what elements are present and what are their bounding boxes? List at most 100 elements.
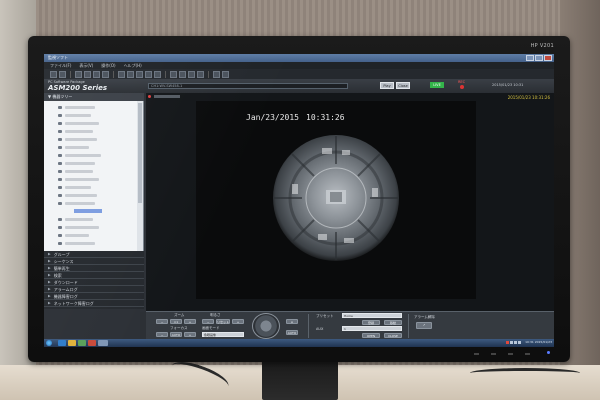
- tray-icon[interactable]: [514, 341, 518, 344]
- preset-select[interactable]: Home: [342, 313, 402, 318]
- monitor-button[interactable]: [508, 353, 513, 355]
- layout-16-icon[interactable]: [102, 70, 109, 78]
- tree-item[interactable]: [58, 185, 91, 189]
- tree-item[interactable]: [58, 153, 101, 157]
- iris-open-button[interactable]: +: [232, 319, 244, 324]
- tree-item[interactable]: [58, 193, 97, 197]
- tree-item[interactable]: [58, 121, 99, 125]
- play-button[interactable]: Play: [380, 82, 394, 89]
- power-led[interactable]: [547, 351, 550, 354]
- toolbar-separator: [165, 70, 166, 78]
- start-button[interactable]: [46, 340, 52, 346]
- menu-help[interactable]: ヘルプ(H): [124, 63, 142, 69]
- toolbar-icon[interactable]: [127, 70, 134, 78]
- aux-select[interactable]: 1: [342, 326, 402, 331]
- toolbar-icon[interactable]: [188, 70, 195, 78]
- alarm-release-button[interactable]: ↗: [416, 322, 432, 329]
- ie-icon[interactable]: [58, 340, 66, 346]
- iris-close-button[interactable]: −: [202, 319, 214, 324]
- monitor-buttons: [474, 353, 530, 355]
- tree-item[interactable]: [58, 225, 99, 229]
- tree-item[interactable]: [58, 217, 93, 221]
- toolbar-icon[interactable]: [136, 70, 143, 78]
- ptz-auto-button[interactable]: AUTO: [286, 330, 298, 335]
- toolbar-icon[interactable]: [118, 70, 125, 78]
- tree-item[interactable]: [58, 177, 99, 181]
- video-display-area[interactable]: 2015/01/23 10:31:26 Jan/23/2015 10:31:26: [146, 93, 554, 311]
- window-controls: [526, 55, 552, 61]
- cable: [470, 368, 580, 378]
- screen-mode-label: 画面モード: [202, 326, 220, 330]
- layout-1-icon[interactable]: [75, 70, 82, 78]
- tray-icon[interactable]: [510, 341, 514, 344]
- tray-icon[interactable]: [518, 341, 522, 344]
- monitoring-app-icon[interactable]: [98, 340, 108, 346]
- toolbar-icon[interactable]: [170, 70, 177, 78]
- tree-scrollbar-thumb[interactable]: [138, 103, 142, 203]
- ptz-joystick[interactable]: [252, 313, 280, 339]
- maximize-button[interactable]: [535, 55, 543, 61]
- camera-icon: [58, 113, 62, 117]
- tree-item[interactable]: [58, 137, 97, 141]
- preset-register-button[interactable]: 登録: [362, 320, 380, 325]
- toolbar-icon[interactable]: [197, 70, 204, 78]
- media-icon[interactable]: [78, 340, 86, 346]
- monitor-button[interactable]: [474, 353, 479, 355]
- tree-item-selected[interactable]: [74, 209, 102, 213]
- camera-title-field[interactable]: CH1:WV-SW458-1: [148, 83, 348, 89]
- layout-4-icon[interactable]: [84, 70, 91, 78]
- device-tree-header[interactable]: ▼ 機器ツリー: [44, 93, 144, 101]
- tree-item[interactable]: [58, 233, 89, 237]
- menu-view[interactable]: 表示(V): [79, 63, 93, 69]
- control-panel-tab[interactable]: [140, 312, 146, 340]
- app-icon[interactable]: [88, 340, 96, 346]
- aux-open-button[interactable]: OPEN: [362, 333, 380, 338]
- tray-icon[interactable]: [506, 341, 510, 344]
- zoom-1x-button[interactable]: ×1: [170, 319, 182, 324]
- screen-mode-select[interactable]: 魚眼画像: [202, 332, 244, 337]
- tree-scrollbar[interactable]: [137, 101, 143, 251]
- section-label: グループ: [53, 251, 70, 257]
- toolbar-icon[interactable]: [59, 70, 66, 78]
- tree-item[interactable]: [58, 113, 91, 117]
- section-network-error-log[interactable]: ▶ ネットワーク障害ログ: [44, 300, 144, 307]
- tree-item[interactable]: [58, 241, 95, 245]
- toolbar-icon[interactable]: [50, 70, 57, 78]
- toolbar-icon[interactable]: [213, 70, 220, 78]
- menu-file[interactable]: ファイル(F): [50, 63, 71, 69]
- close-camera-button[interactable]: Close: [396, 82, 410, 89]
- toolbar-separator: [113, 70, 114, 78]
- ptz-home-button[interactable]: ⌂: [286, 319, 298, 324]
- monitor-button[interactable]: [491, 353, 496, 355]
- tree-item[interactable]: [58, 105, 95, 109]
- toolbar-icon[interactable]: [179, 70, 186, 78]
- preset-move-button[interactable]: 移動: [384, 320, 402, 325]
- monitor-stand: [262, 360, 338, 400]
- focus-far-button[interactable]: +: [184, 332, 196, 337]
- toolbar-icon[interactable]: [154, 70, 161, 78]
- menu-operation[interactable]: 操作(O): [101, 63, 115, 69]
- tree-item[interactable]: [58, 169, 93, 173]
- layout-9-icon[interactable]: [93, 70, 100, 78]
- minimize-button[interactable]: [526, 55, 534, 61]
- tree-item[interactable]: [58, 161, 95, 165]
- aux-close-button[interactable]: CLOSE: [384, 333, 402, 338]
- tree-item[interactable]: [58, 129, 93, 133]
- tree-item-label: [65, 129, 93, 133]
- taskbar-clock[interactable]: 10:31 2015/01/23: [525, 340, 552, 344]
- close-button[interactable]: [544, 55, 552, 61]
- zoom-tele-button[interactable]: +: [184, 319, 196, 324]
- focus-auto-button[interactable]: AUTO: [170, 332, 182, 337]
- iris-reset-button[interactable]: リセット: [216, 319, 230, 324]
- tree-item-label: [65, 217, 93, 221]
- toolbar-icon[interactable]: [222, 70, 229, 78]
- tree-item[interactable]: [58, 201, 95, 205]
- toolbar-icon[interactable]: [145, 70, 152, 78]
- tree-item[interactable]: [58, 145, 89, 149]
- folder-icon[interactable]: [68, 340, 76, 346]
- live-button[interactable]: LIVE: [430, 82, 444, 88]
- camera-video[interactable]: Jan/23/2015 10:31:26: [196, 101, 476, 299]
- zoom-wide-button[interactable]: −: [156, 319, 168, 324]
- monitor-button[interactable]: [525, 353, 530, 355]
- focus-near-button[interactable]: −: [156, 332, 168, 337]
